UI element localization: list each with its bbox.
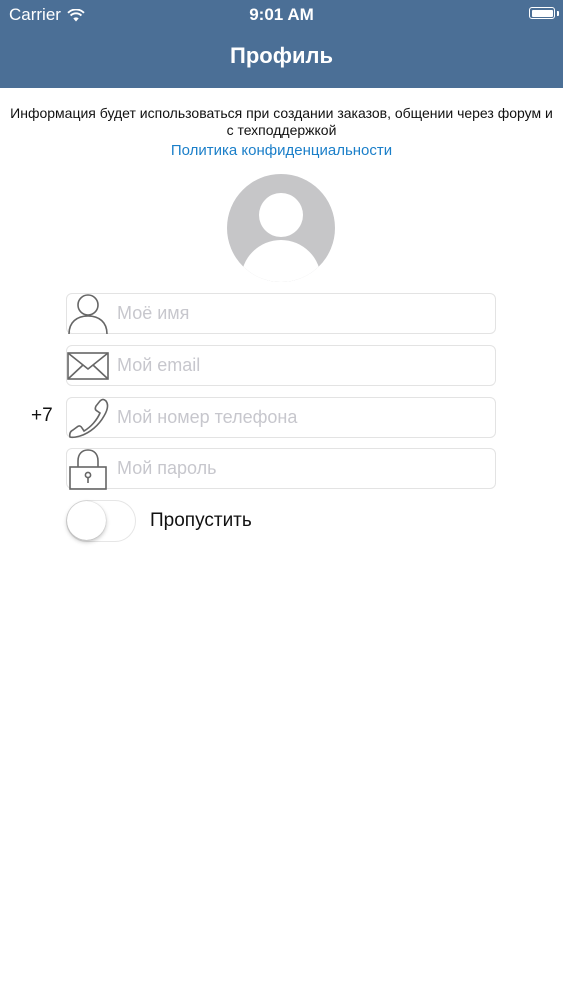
envelope-icon	[67, 352, 109, 380]
email-field	[66, 345, 496, 386]
status-bar: Carrier 9:01 AM	[0, 0, 563, 30]
person-icon	[68, 294, 108, 335]
battery-icon	[529, 7, 555, 19]
phone-input[interactable]	[117, 398, 487, 437]
status-time: 9:01 AM	[249, 5, 314, 24]
toggle-knob	[67, 501, 106, 540]
phone-icon	[68, 398, 109, 439]
password-input[interactable]	[117, 449, 487, 488]
name-input[interactable]	[117, 294, 487, 333]
name-field	[66, 293, 496, 335]
password-field	[66, 448, 496, 490]
phone-prefix: +7	[31, 405, 53, 426]
skip-toggle[interactable]	[66, 500, 136, 542]
battery-tip	[557, 11, 559, 16]
info-text: Информация будет использоваться при созд…	[10, 105, 553, 138]
navigation-header: Carrier 9:01 AM Профиль	[0, 0, 563, 88]
skip-label: Пропустить	[150, 510, 252, 531]
lock-icon	[69, 449, 107, 490]
page-title: Профиль	[230, 43, 333, 68]
avatar[interactable]	[227, 174, 335, 282]
email-input[interactable]	[117, 346, 487, 385]
privacy-policy-link[interactable]: Политика конфиденциальности	[0, 142, 563, 159]
phone-field	[66, 397, 496, 439]
